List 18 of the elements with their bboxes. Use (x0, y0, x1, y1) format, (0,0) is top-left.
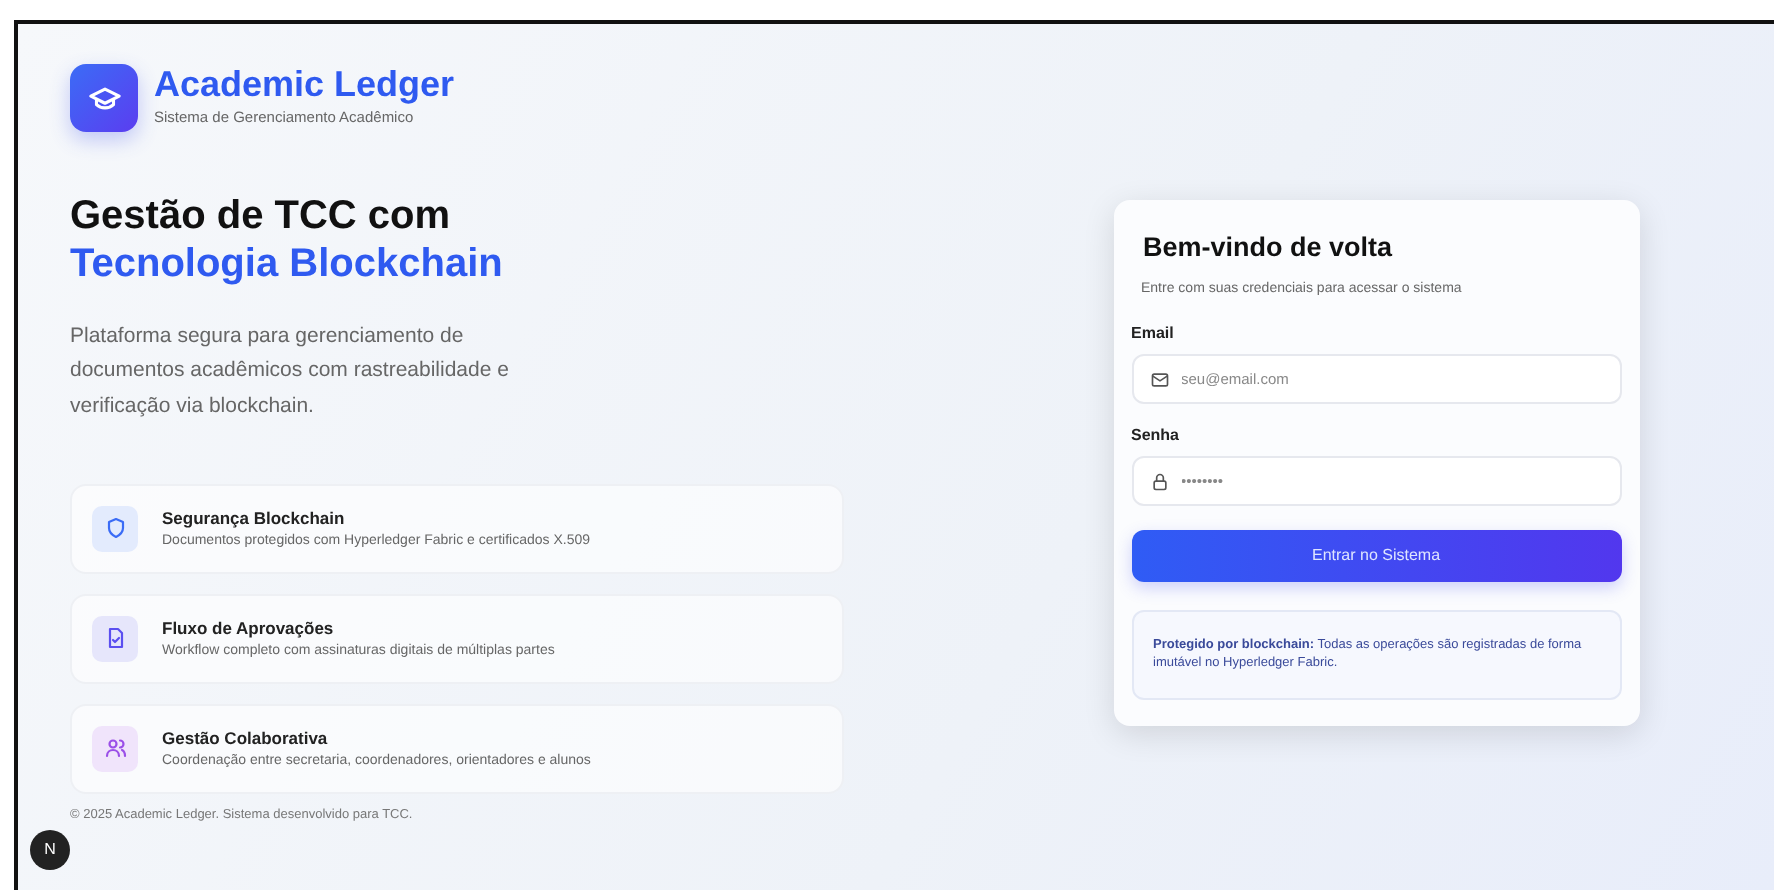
field-label: Email (1131, 321, 1176, 346)
document-icon (92, 615, 138, 662)
shield-icon (92, 505, 138, 552)
graduation-cap-icon (70, 64, 138, 132)
brand-name: Academic Ledger (154, 66, 455, 107)
submit-button[interactable]: Entrar no Sistema (1131, 529, 1621, 582)
hero-description: Plataforma segura para gerenciamento de documentos acadêmicos com rastreabilidade e verificação via blockchain. (70, 322, 511, 422)
lock-icon (1149, 471, 1169, 492)
mail-icon (1149, 369, 1169, 390)
field-label: Senha (1131, 423, 1182, 448)
hero-title-highlight: Tecnologia Blockchain (70, 240, 505, 288)
feature-title: Fluxo de Aprovações (162, 615, 336, 642)
hero-title: Gestão de TCC com (70, 192, 453, 240)
dev-badge[interactable]: N (30, 830, 70, 870)
people-icon (92, 725, 138, 772)
feature-title: Segurança Blockchain (162, 505, 347, 532)
login-title: Bem-vindo de volta (1143, 232, 1395, 265)
feature-title: Gestão Colaborativa (162, 725, 330, 752)
